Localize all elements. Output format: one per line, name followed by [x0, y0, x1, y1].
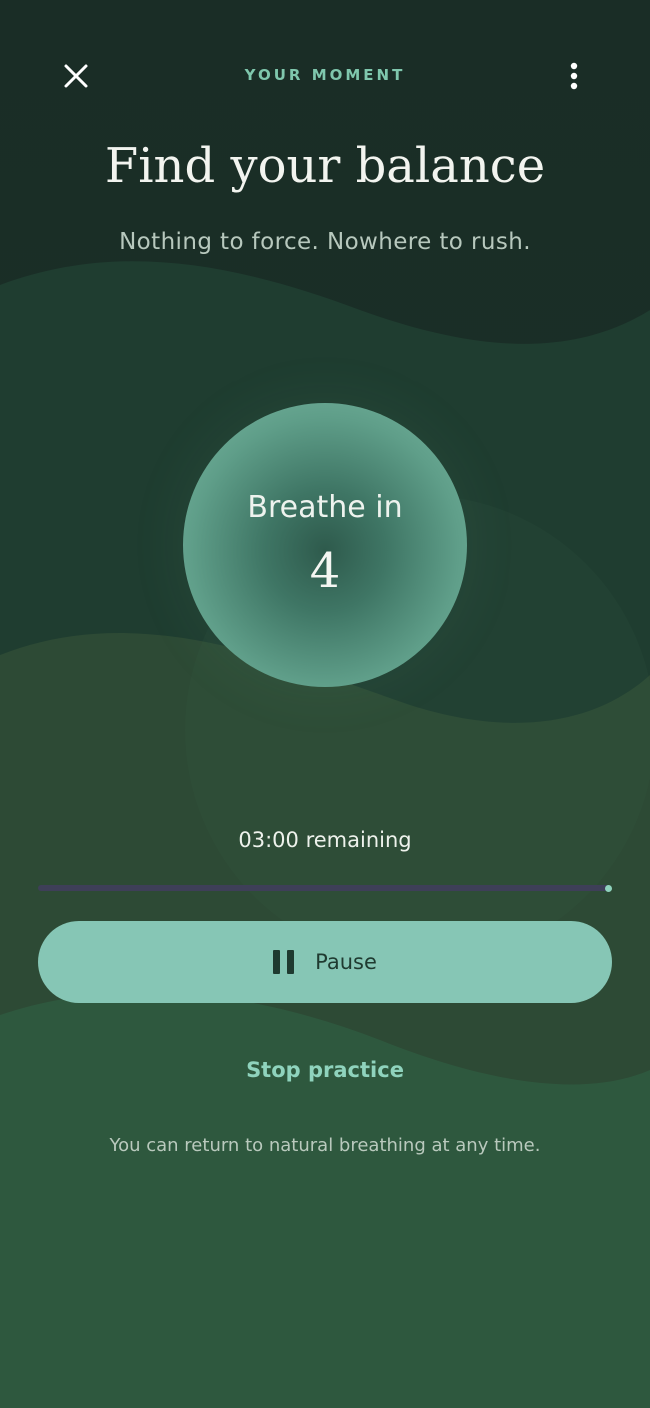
page-subtitle: Nothing to force. Nowhere to rush.: [119, 229, 531, 255]
breath-phase-label: Breathe in: [247, 490, 403, 525]
page-title: Find your balance: [104, 138, 546, 194]
more-vertical-icon: [570, 62, 578, 90]
top-bar: YOUR MOMENT: [0, 0, 650, 150]
pause-button-label: Pause: [315, 950, 377, 974]
more-options-button[interactable]: [554, 56, 594, 96]
pause-button[interactable]: Pause: [38, 921, 612, 1003]
time-remaining: 03:00 remaining: [238, 828, 412, 852]
session-progress-bar: [38, 884, 612, 892]
wave-background: [0, 0, 650, 1408]
breath-count: 4: [309, 543, 341, 599]
breathing-hint: You can return to natural breathing at a…: [109, 1135, 541, 1156]
session-progress-fill: [38, 884, 612, 892]
pause-icon: [273, 950, 295, 974]
breathing-orb: Breathe in 4: [183, 403, 467, 687]
progress-indicator-dot: [605, 884, 612, 892]
eyebrow-label: YOUR MOMENT: [244, 66, 406, 84]
stop-practice-link[interactable]: Stop practice: [225, 1052, 425, 1088]
